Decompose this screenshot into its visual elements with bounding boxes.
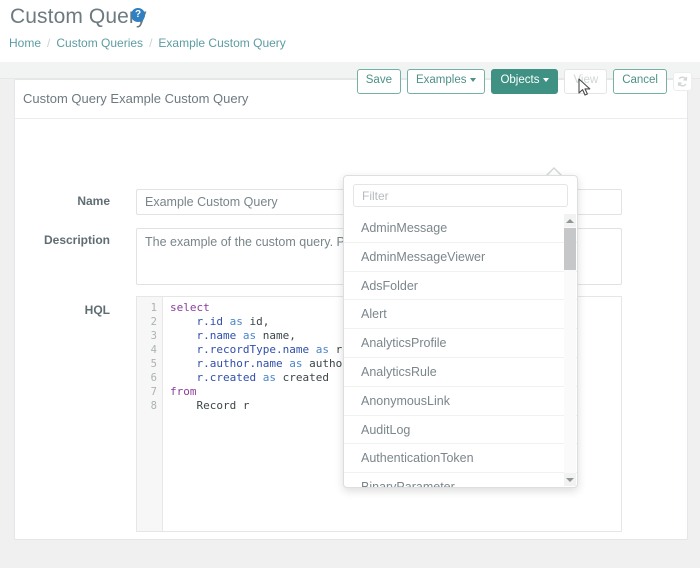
objects-list-item[interactable]: AdminMessageViewer [344,243,577,272]
editor-gutter: 1 2 3 4 5 6 7 8 [137,297,163,531]
examples-dropdown-button[interactable]: Examples [406,69,486,94]
line-number: 6 [150,372,157,384]
refresh-icon [677,76,688,87]
breadcrumb: Home / Custom Queries / Example Custom Query [9,36,286,50]
scroll-up-button[interactable] [564,214,576,227]
line-number: 2 [150,316,157,328]
chevron-down-icon [543,77,550,82]
objects-list-item[interactable]: Alert [344,300,577,330]
line-number: 7 [150,386,157,398]
objects-list-item[interactable]: AnalyticsProfile [344,329,577,358]
objects-list-item[interactable]: AnonymousLink [344,387,577,416]
objects-list[interactable]: AdminMessage AdminMessageViewer AdsFolder A… [344,214,577,487]
breadcrumb-separator: / [47,36,51,50]
objects-label: Objects [500,74,540,86]
hql-label: HQL [84,303,110,317]
line-number: 3 [150,330,157,342]
app-root: Custom Query ? Home / Custom Queries / Examp… [0,0,700,568]
refresh-button[interactable] [673,71,692,91]
breadcrumb-item-home[interactable]: Home [9,36,41,50]
objects-list-item[interactable]: AnalyticsRule [344,358,577,387]
description-label: Description [43,233,110,247]
breadcrumb-item-current: Example Custom Query [158,36,286,50]
objects-list-item[interactable]: AdsFolder [344,272,577,301]
objects-list-item[interactable]: AdminMessage [344,214,577,243]
help-icon[interactable]: ? [131,8,145,22]
scrollbar-thumb[interactable] [564,228,576,270]
breadcrumb-separator: / [149,36,153,50]
objects-list-item[interactable]: AuthenticationToken [344,444,577,474]
line-number: 8 [150,400,157,412]
chevron-down-icon [566,477,574,482]
objects-dropdown-button[interactable]: Objects [491,69,559,94]
objects-filter-input[interactable] [353,184,568,207]
cancel-button[interactable]: Cancel [613,69,667,94]
objects-list-item[interactable]: AuditLog [344,416,577,445]
objects-list-scrollbar[interactable] [564,214,576,486]
chevron-down-icon [470,77,477,82]
mouse-cursor [578,78,591,96]
line-number: 4 [150,344,157,356]
line-number: 1 [150,302,157,314]
examples-label: Examples [415,74,467,86]
save-button[interactable]: Save [356,69,401,94]
objects-list-item[interactable]: BinaryParameter [344,473,577,487]
page-title: Custom Query [10,5,147,28]
name-label: Name [77,194,110,208]
action-toolbar: Save Examples Objects View Cancel [356,69,692,94]
objects-dropdown-panel: AdminMessageAdminMessageViewerAdsFolderA… [343,175,578,488]
scroll-down-button[interactable] [564,473,576,486]
card-header-title: Custom Query Example Custom Query [23,91,249,106]
page-header: Custom Query ? Home / Custom Queries / Examp… [0,0,700,62]
breadcrumb-item-custom-queries[interactable]: Custom Queries [56,36,143,50]
line-number: 5 [150,358,157,370]
chevron-up-icon [566,218,574,223]
